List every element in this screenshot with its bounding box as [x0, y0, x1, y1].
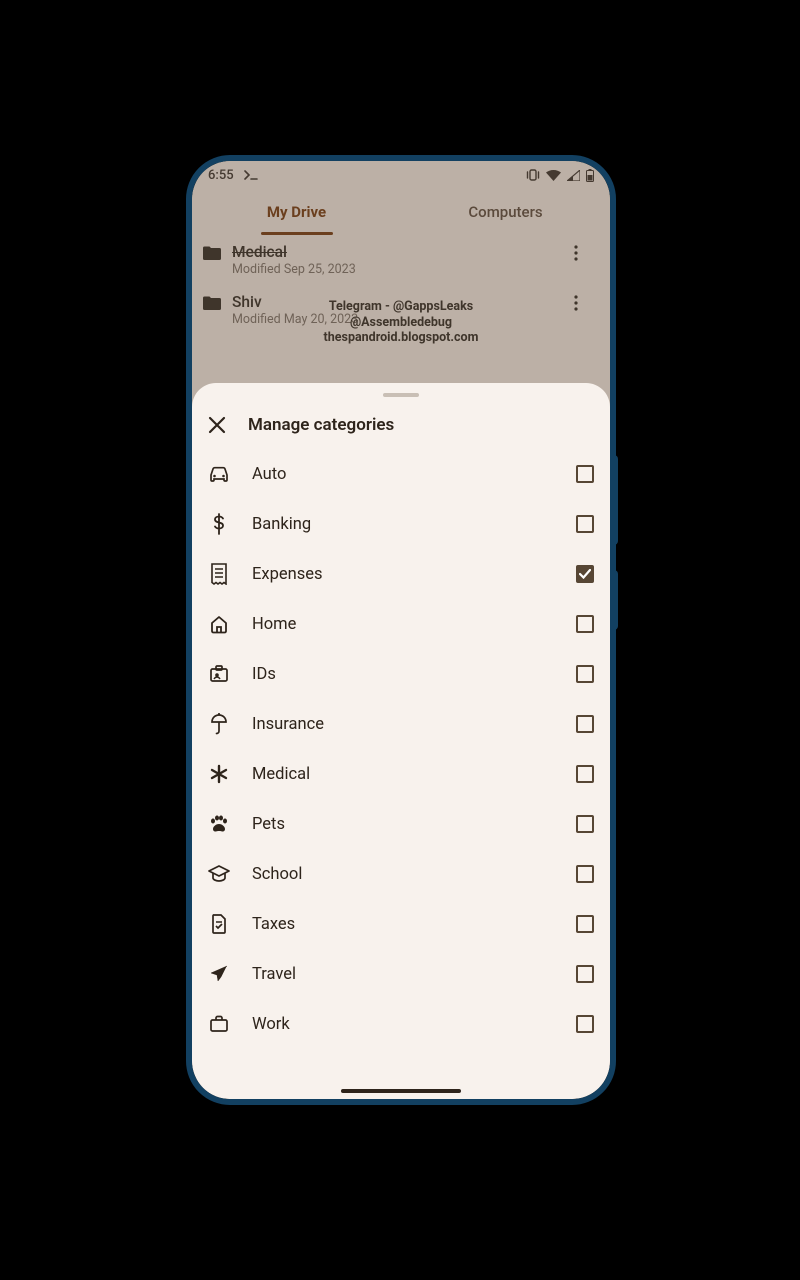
sheet-header: Manage categories: [192, 411, 610, 449]
grad-icon: [208, 865, 230, 883]
category-label: Pets: [252, 815, 554, 834]
wifi-icon: [546, 170, 561, 181]
category-list: Auto Banking Expenses Home IDs Insurance Medic…: [192, 449, 610, 1099]
brief-icon: [208, 1015, 230, 1033]
file-modified: Modified Sep 25, 2023: [232, 262, 574, 277]
category-checkbox[interactable]: [576, 715, 594, 733]
category-label: Banking: [252, 515, 554, 534]
clock: 6:55: [208, 168, 234, 183]
sheet-title: Manage categories: [248, 415, 394, 435]
category-checkbox[interactable]: [576, 915, 594, 933]
asterisk-icon: [208, 764, 230, 784]
category-label: Travel: [252, 965, 554, 984]
category-row-auto[interactable]: Auto: [192, 449, 610, 499]
category-checkbox[interactable]: [576, 765, 594, 783]
phone-frame: 6:55 My Drive: [186, 155, 616, 1105]
category-label: Home: [252, 615, 554, 634]
drive-tabs: My Drive Computers: [192, 189, 610, 235]
category-row-work[interactable]: Work: [192, 999, 610, 1049]
tab-computers[interactable]: Computers: [401, 189, 610, 235]
battery-icon: [586, 169, 594, 182]
receipt-icon: [208, 563, 230, 585]
folder-icon: [202, 243, 232, 261]
gesture-bar[interactable]: [341, 1089, 461, 1093]
status-bar: 6:55: [192, 161, 610, 189]
umbrella-icon: [208, 713, 230, 735]
category-checkbox[interactable]: [576, 815, 594, 833]
category-checkbox[interactable]: [576, 615, 594, 633]
category-checkbox[interactable]: [576, 665, 594, 683]
category-row-insurance[interactable]: Insurance: [192, 699, 610, 749]
category-row-pets[interactable]: Pets: [192, 799, 610, 849]
category-label: Work: [252, 1015, 554, 1034]
category-checkbox[interactable]: [576, 1015, 594, 1033]
close-icon[interactable]: [208, 416, 226, 434]
category-row-ids[interactable]: IDs: [192, 649, 610, 699]
category-checkbox[interactable]: [576, 965, 594, 983]
more-icon[interactable]: [574, 243, 602, 261]
watermark-text: Telegram - @GappsLeaks @Assembledebug th…: [192, 299, 610, 346]
id-icon: [208, 664, 230, 684]
category-checkbox[interactable]: [576, 865, 594, 883]
plane-icon: [208, 964, 230, 984]
category-label: Insurance: [252, 715, 554, 734]
paw-icon: [208, 814, 230, 834]
category-row-taxes[interactable]: Taxes: [192, 899, 610, 949]
category-label: IDs: [252, 665, 554, 684]
screen: 6:55 My Drive: [192, 161, 610, 1099]
category-checkbox[interactable]: [576, 515, 594, 533]
home-icon: [208, 614, 230, 634]
car-icon: [208, 465, 230, 483]
category-row-home[interactable]: Home: [192, 599, 610, 649]
category-row-school[interactable]: School: [192, 849, 610, 899]
signal-icon: [567, 170, 580, 181]
drag-handle[interactable]: [383, 393, 419, 397]
category-checkbox[interactable]: [576, 565, 594, 583]
category-row-travel[interactable]: Travel: [192, 949, 610, 999]
category-label: Taxes: [252, 915, 554, 934]
terminal-icon: [244, 170, 258, 180]
file-row[interactable]: Medical Modified Sep 25, 2023: [192, 237, 610, 287]
category-label: Auto: [252, 465, 554, 484]
vibrate-icon: [526, 169, 540, 181]
tab-my-drive[interactable]: My Drive: [192, 189, 401, 235]
category-row-banking[interactable]: Banking: [192, 499, 610, 549]
dollar-icon: [208, 513, 230, 535]
manage-categories-sheet: Manage categories Auto Banking Expenses Hom…: [192, 383, 610, 1099]
category-label: Expenses: [252, 565, 554, 584]
category-label: Medical: [252, 765, 554, 784]
category-checkbox[interactable]: [576, 465, 594, 483]
doc-icon: [208, 914, 230, 934]
category-label: School: [252, 865, 554, 884]
category-row-medical[interactable]: Medical: [192, 749, 610, 799]
category-row-expenses[interactable]: Expenses: [192, 549, 610, 599]
file-name: Medical: [232, 243, 574, 261]
